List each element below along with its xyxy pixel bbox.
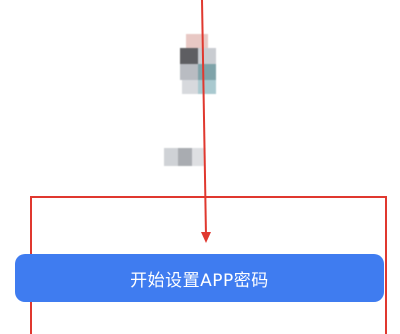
app-password-setup-screen: 开始设置APP密码	[0, 0, 400, 334]
avatar	[178, 34, 218, 94]
account-name-blurred	[164, 148, 204, 166]
start-set-app-password-button[interactable]: 开始设置APP密码	[15, 254, 384, 302]
